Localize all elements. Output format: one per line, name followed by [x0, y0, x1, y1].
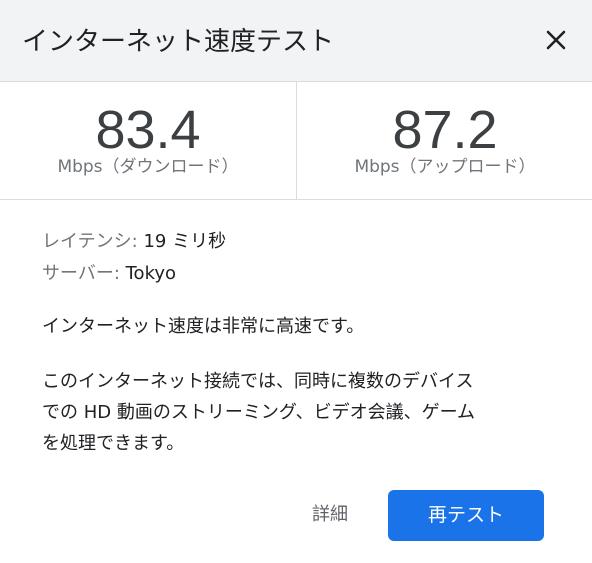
description-line: での HD 動画のストリーミング、ビデオ会議、ゲーム — [42, 402, 476, 423]
dialog-title: インターネット速度テスト — [22, 27, 335, 57]
download-result: 83.4 Mbps（ダウンロード） — [0, 82, 296, 200]
dialog-actions: 詳細 再テスト — [0, 488, 592, 544]
upload-speed-unit: Mbps（アップロード） — [354, 157, 536, 177]
download-speed-unit: Mbps（ダウンロード） — [57, 157, 239, 177]
server-line: サーバー: Tokyo — [42, 258, 562, 290]
download-speed-value: 83.4 — [95, 100, 201, 160]
latency-label: レイテンシ: — [42, 231, 138, 252]
server-value: Tokyo — [125, 263, 177, 284]
close-button[interactable] — [538, 22, 574, 58]
description-line: を処理できます。 — [42, 433, 185, 454]
speed-test-dialog: インターネット速度テスト 83.4 Mbps（ダウンロード） 87.2 Mbps… — [0, 0, 592, 563]
upload-result: 87.2 Mbps（アップロード） — [296, 82, 592, 200]
speed-description: このインターネット接続では、同時に複数のデバイス での HD 動画のストリーミン… — [42, 366, 562, 459]
upload-speed-value: 87.2 — [392, 100, 498, 160]
speed-results: 83.4 Mbps（ダウンロード） 87.2 Mbps（アップロード） — [0, 82, 592, 200]
speed-verdict: インターネット速度は非常に高速です。 — [42, 316, 365, 337]
details-button[interactable]: 詳細 — [294, 492, 366, 538]
result-details: レイテンシ: 19 ミリ秒 サーバー: Tokyo — [42, 226, 562, 290]
server-label: サーバー: — [42, 263, 120, 284]
latency-line: レイテンシ: 19 ミリ秒 — [42, 226, 562, 258]
retest-button[interactable]: 再テスト — [388, 490, 544, 541]
description-line: このインターネット接続では、同時に複数のデバイス — [42, 371, 474, 392]
dialog-header: インターネット速度テスト — [0, 0, 592, 82]
close-icon — [546, 30, 566, 50]
latency-value: 19 ミリ秒 — [143, 231, 227, 252]
